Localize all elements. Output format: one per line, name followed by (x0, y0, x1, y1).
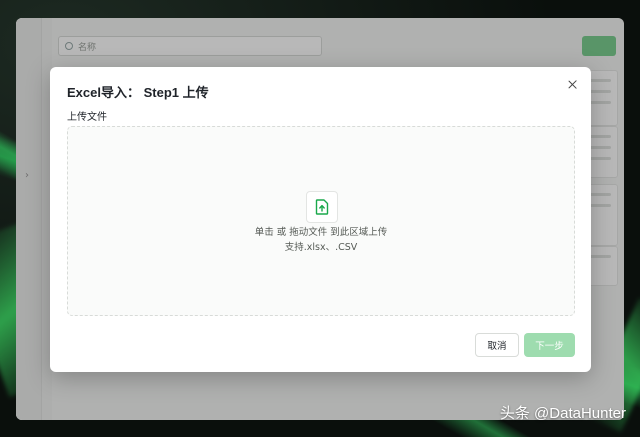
file-upload-icon (315, 199, 329, 215)
upload-hint-text: 单击 或 拖动文件 到此区域上传 (254, 227, 388, 238)
upload-field-label: 上传文件 (67, 112, 107, 123)
upload-icon-box (306, 191, 338, 223)
file-dropzone[interactable]: 单击 或 拖动文件 到此区域上传 支持.xlsx、.CSV (67, 126, 575, 316)
excel-import-dialog: Excel导入： Step1 上传 上传文件 单击 或 拖动文件 到此区域上传 … (50, 67, 591, 372)
close-button[interactable] (565, 77, 579, 91)
next-step-button[interactable]: 下一步 (524, 333, 575, 357)
dialog-title: Excel导入： Step1 上传 (67, 85, 209, 100)
supported-formats-text: 支持.xlsx、.CSV (284, 242, 358, 253)
watermark-text: 头条 @DataHunter (499, 405, 626, 422)
close-icon (568, 80, 577, 89)
cancel-button[interactable]: 取消 (475, 333, 519, 357)
